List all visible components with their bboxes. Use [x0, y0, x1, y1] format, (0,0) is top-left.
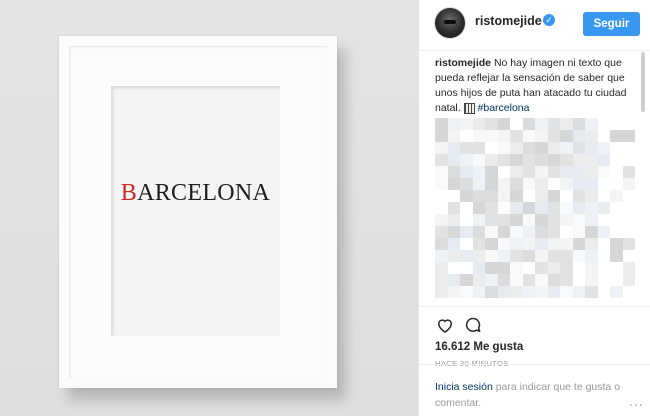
login-prompt: Inicia sesión para indicar que te gusta … — [435, 379, 625, 411]
post-sidebar: ristomejide ✓ Seguir ristomejide No hay … — [418, 0, 650, 416]
post-caption: ristomejide No hay imagen ni texto que p… — [435, 56, 635, 116]
likes-count[interactable]: 16.612 Me gusta — [435, 341, 523, 353]
verified-check-icon: ✓ — [543, 14, 555, 26]
flag-emoji-icon — [463, 102, 475, 114]
print-text-rest: ARCELONA — [137, 180, 271, 206]
more-options-icon[interactable]: ... — [629, 393, 644, 409]
barcelona-print-text: BARCELONA — [111, 181, 280, 205]
post-image: BARCELONA — [0, 0, 418, 416]
post-footer: Inicia sesión para indicar que te gusta … — [419, 364, 650, 417]
frame-mat: BARCELONA — [111, 86, 280, 336]
login-link[interactable]: Inicia sesión — [435, 381, 493, 393]
avatar[interactable] — [435, 8, 465, 38]
follow-button[interactable]: Seguir — [583, 12, 640, 36]
pixelated-comments-area — [435, 118, 635, 304]
header-username[interactable]: ristomejide — [475, 14, 542, 28]
comment-icon[interactable] — [463, 315, 483, 335]
comments-section: ristomejide No hay imagen ni texto que p… — [435, 56, 635, 306]
caption-username[interactable]: ristomejide — [435, 57, 491, 69]
print-text-accent-letter: B — [120, 180, 138, 206]
post-header: ristomejide ✓ Seguir — [419, 0, 650, 51]
comments-scrollbar[interactable] — [641, 52, 645, 112]
picture-frame: BARCELONA — [59, 36, 337, 388]
hashtag-link[interactable]: #barcelona — [478, 102, 530, 114]
heart-icon[interactable] — [435, 315, 455, 335]
